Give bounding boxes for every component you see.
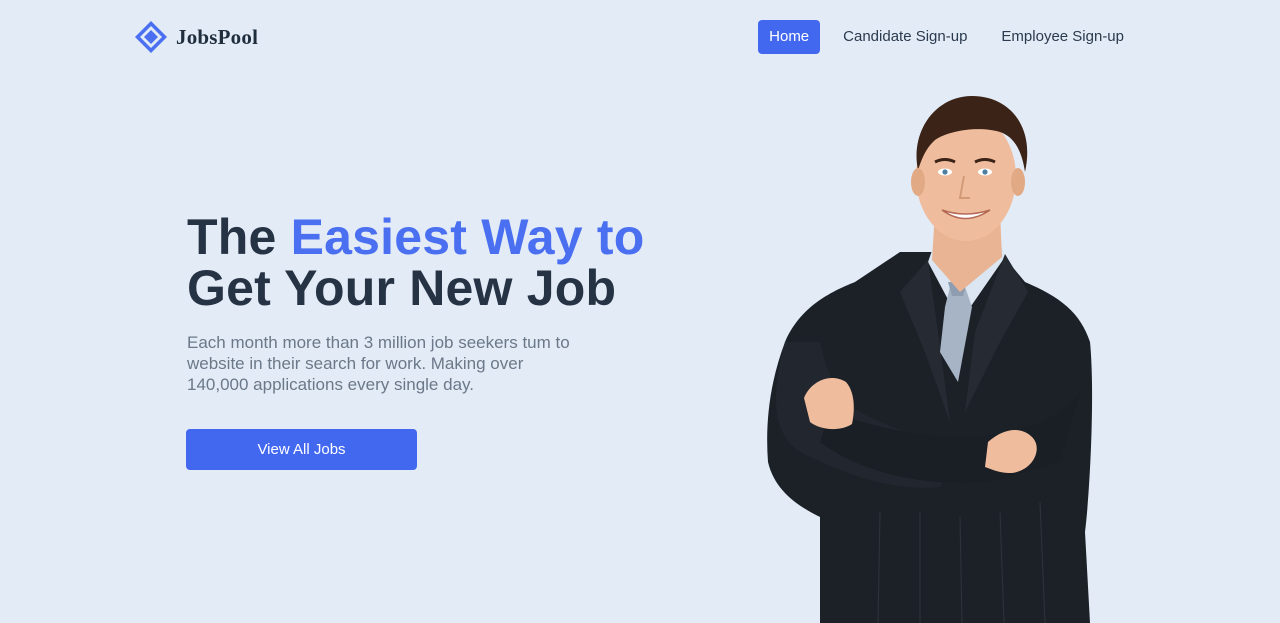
hero-title: The Easiest Way to Get Your New Job [187,212,644,314]
businessman-hero-image [760,92,1105,623]
view-all-jobs-button[interactable]: View All Jobs [186,429,417,470]
diamond-logo-icon [134,20,168,54]
brand-name: JobsPool [176,24,259,49]
landing-page: JobsPool Home Candidate Sign-up Employee… [0,0,1280,623]
nav-item-employee-signup[interactable]: Employee Sign-up [990,20,1135,54]
hero-description: Each month more than 3 million job seeke… [187,333,570,394]
main-nav: Home Candidate Sign-up Employee Sign-up [746,20,1135,54]
brand-logo[interactable]: JobsPool [134,20,258,54]
nav-item-candidate-signup[interactable]: Candidate Sign-up [832,20,978,54]
hero-title-line2: Get Your New Job [187,260,617,316]
hero-title-plain: The [187,209,277,265]
hero-title-accent: Easiest Way to [290,209,645,265]
nav-item-home[interactable]: Home [758,20,821,54]
